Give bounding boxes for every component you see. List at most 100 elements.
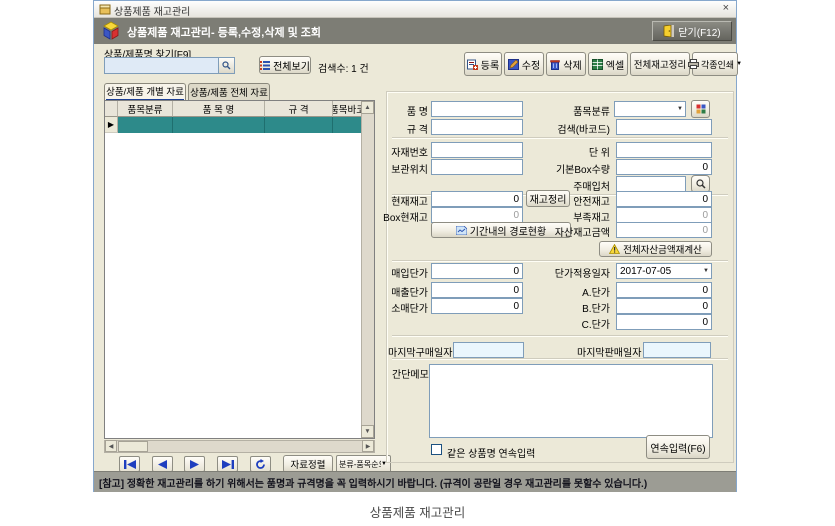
supplier-field[interactable] [616,176,686,192]
box-stock-label: Box현재고 [374,209,428,224]
app-icon [99,3,111,15]
app-window: 상품제품 재고관리 × 상품제품 재고관리- 등록,수정,삭제 및 조회 닫기(… [93,0,737,492]
view-all-button[interactable]: 전체보기 [259,56,311,74]
retail-price-label: 소매단가 [374,300,428,315]
search-icon[interactable] [218,58,234,73]
unit-label: 단 위 [514,144,610,159]
safe-stock-label: 안전재고 [514,193,610,208]
spec-label: 규 격 [374,121,428,136]
scroll-down-icon[interactable]: ▼ [361,425,374,438]
list-icon [260,61,270,70]
grid-cell[interactable] [173,117,265,133]
grid-vertical-scrollbar[interactable]: ▲ ▼ [361,101,374,438]
sale-price-field[interactable] [431,282,523,298]
last-sale-field[interactable] [643,342,711,358]
chevron-down-icon: ▼ [703,268,709,274]
scroll-right-icon[interactable]: ▶ [362,440,374,452]
print-button[interactable]: 각종인쇄 ▼ [692,52,738,76]
modify-button[interactable]: 수정 [504,52,544,76]
box-qty-label: 기본Box수량 [514,161,610,176]
price-date-dropdown[interactable]: 2017-07-05 ▼ [616,263,712,279]
unit-field[interactable] [616,142,712,158]
modify-icon [508,59,519,70]
title-bar: 상품제품 재고관리 × [94,1,736,18]
warning-icon [609,244,620,254]
category-manage-button[interactable] [691,100,710,118]
page-title: 상품제품 재고관리- 등록,수정,삭제 및 조회 [127,24,321,40]
a-price-field[interactable] [616,282,712,298]
window-title: 상품제품 재고관리 [114,3,190,18]
nav-refresh-button[interactable] [250,456,271,472]
nav-next-button[interactable] [184,456,205,472]
b-price-label: B.단가 [514,300,610,315]
asset-amount-label: 자산재고금액 [514,224,610,239]
location-field[interactable] [431,159,523,175]
nav-first-button[interactable] [119,456,140,472]
current-stock-field[interactable] [431,191,523,207]
printer-icon [688,59,699,69]
scroll-left-icon[interactable]: ◀ [105,440,117,452]
first-record-icon [124,460,136,469]
prev-record-icon [158,460,167,469]
register-button[interactable]: 등록 [464,52,502,76]
status-bar: [참고] 정확한 재고관리를 하기 위해서는 품명과 규격명을 꼭 입력하시기 … [94,471,736,492]
c-price-label: C.단가 [514,316,610,331]
screen: 상품제품 재고관리 × 상품제품 재고관리- 등록,수정,삭제 및 조회 닫기(… [0,0,835,526]
grid-col-header[interactable]: 품목분류 [118,101,173,117]
chevron-down-icon: ▼ [736,61,742,67]
material-no-field[interactable] [431,142,523,158]
scrollbar-thumb[interactable] [118,441,148,452]
memo-textarea[interactable] [429,364,713,438]
excel-button[interactable]: 엑셀 [588,52,628,76]
grid-cell[interactable] [333,117,363,133]
grid-cell[interactable] [118,117,173,133]
grid-col-header[interactable]: 품 목 명 [173,101,265,117]
grid-col-header[interactable]: 규 격 [265,101,333,117]
b-price-field[interactable] [616,298,712,314]
chevron-down-icon: ▼ [677,106,683,112]
purchase-price-field[interactable] [431,263,523,279]
current-stock-label: 현재재고 [374,193,428,208]
product-grid[interactable]: 품목분류 품 목 명 규 격 품목바코 ▶ ▲ ▼ [104,100,375,439]
stock-cleanup-all-button[interactable]: 전체재고정리 [630,52,690,76]
asset-amount-field[interactable] [616,222,712,238]
category-label: 품목분류 [514,103,610,118]
box-qty-field[interactable] [616,159,712,175]
chart-page-icon [456,226,467,235]
last-record-icon [222,460,234,469]
grid-cell[interactable] [265,117,333,133]
sale-price-label: 매출단가 [374,284,428,299]
close-icon[interactable]: × [723,2,729,14]
delete-button[interactable]: 삭제 [546,52,586,76]
search-count: 검색수: 1 건 [318,60,369,75]
close-f12-button[interactable]: 닫기(F12) [652,21,732,41]
category-dropdown[interactable]: ▼ [614,101,686,117]
material-no-label: 자재번호 [374,144,428,159]
last-purchase-field[interactable] [453,342,524,358]
product-name-field[interactable] [431,101,523,117]
grid-horizontal-scrollbar[interactable]: ◀ ▶ [104,440,375,453]
box-stock-field[interactable] [431,207,523,223]
screenshot-caption: 상품제품 재고관리 [0,502,835,521]
divider [392,358,728,360]
nav-last-button[interactable] [217,456,238,472]
barcode-field[interactable] [616,119,712,135]
product-search-combo[interactable] [104,57,235,74]
recalc-asset-button[interactable]: 전체자산금액재계산 [599,241,712,257]
safe-stock-field[interactable] [616,191,712,207]
header-band: 상품제품 재고관리- 등록,수정,삭제 및 조회 닫기(F12) [94,18,736,44]
continuous-input-button[interactable]: 연속입력(F6) [646,435,710,459]
scroll-up-icon[interactable]: ▲ [361,101,374,114]
same-name-checkbox[interactable] [431,444,442,455]
divider [392,335,728,337]
c-price-field[interactable] [616,314,712,330]
shortage-field[interactable] [616,207,712,223]
status-text: [참고] 정확한 재고관리를 하기 위해서는 품명과 규격명을 꼭 입력하시기 … [99,475,647,490]
tab-individual-data[interactable]: 상품/제품 개별 자료 [104,83,186,100]
spec-field[interactable] [431,119,523,135]
grid-col-header[interactable]: 품목바코 [333,101,363,117]
tab-all-data[interactable]: 상품/제품 전체 자료 [188,83,270,100]
retail-price-field[interactable] [431,298,523,314]
nav-prev-button[interactable] [152,456,173,472]
last-purchase-label: 마지막구매일자 [388,344,450,359]
